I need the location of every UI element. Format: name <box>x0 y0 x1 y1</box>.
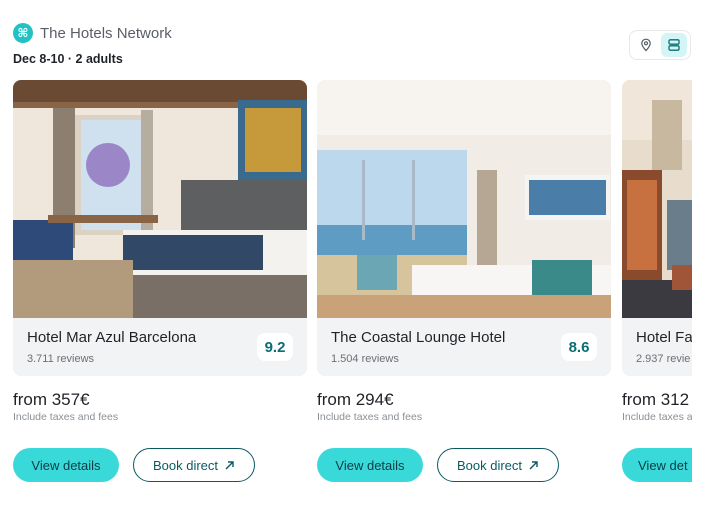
external-arrow-icon <box>529 460 538 469</box>
view-details-button[interactable]: View det <box>622 448 692 482</box>
rating-badge: 9.2 <box>257 333 293 361</box>
book-direct-button[interactable]: Book direct <box>437 448 559 482</box>
book-direct-button[interactable]: Book direct <box>133 448 255 482</box>
hotel-info[interactable]: The Coastal Lounge Hotel 1.504 reviews 8… <box>317 318 611 376</box>
hotel-room-image <box>13 80 307 318</box>
rating-badge: 8.6 <box>561 333 597 361</box>
hotel-info[interactable]: Hotel Mar Azul Barcelona 3.711 reviews 9… <box>13 318 307 376</box>
map-pin-icon <box>641 38 651 52</box>
map-view-button[interactable] <box>633 33 659 57</box>
book-direct-label: Book direct <box>152 457 219 473</box>
tax-note: Include taxes and fees <box>13 411 119 423</box>
brand-name: The Hotels Network <box>40 24 172 42</box>
hotel-info[interactable]: Hotel Fa 2.937 revie <box>622 318 692 376</box>
hotel-photo[interactable] <box>317 80 611 318</box>
review-count: 3.711 reviews <box>27 353 95 365</box>
view-details-button[interactable]: View details <box>317 448 423 482</box>
hotel-photo[interactable] <box>622 80 692 318</box>
tax-note: Include taxes a <box>622 411 692 423</box>
list-view-icon <box>668 39 680 51</box>
hotel-card-partial: Hotel Fa 2.937 revie from 312 Include ta… <box>622 80 692 500</box>
review-count: 2.937 revie <box>636 353 691 365</box>
price: from 357€ <box>13 390 90 409</box>
price: from 312 <box>622 390 690 409</box>
brand: ⌘ The Hotels Network <box>13 23 172 43</box>
view-details-button[interactable]: View details <box>13 448 119 482</box>
book-direct-label: Book direct <box>456 457 523 473</box>
brand-logo-icon: ⌘ <box>13 23 33 43</box>
hotel-room-image <box>317 80 611 318</box>
hotel-photo[interactable] <box>13 80 307 318</box>
tax-note: Include taxes and fees <box>317 411 423 423</box>
hotel-room-image <box>622 80 692 318</box>
hotel-name[interactable]: The Coastal Lounge Hotel <box>331 329 505 346</box>
view-toggle <box>629 30 691 60</box>
stay-dates: Dec 8-10 · 2 adults <box>13 52 123 66</box>
hotel-name[interactable]: Hotel Mar Azul Barcelona <box>27 329 196 346</box>
list-view-button[interactable] <box>661 33 687 57</box>
price: from 294€ <box>317 390 394 409</box>
external-arrow-icon <box>225 460 234 469</box>
hotel-name[interactable]: Hotel Fa <box>636 329 692 346</box>
review-count: 1.504 reviews <box>331 353 399 365</box>
